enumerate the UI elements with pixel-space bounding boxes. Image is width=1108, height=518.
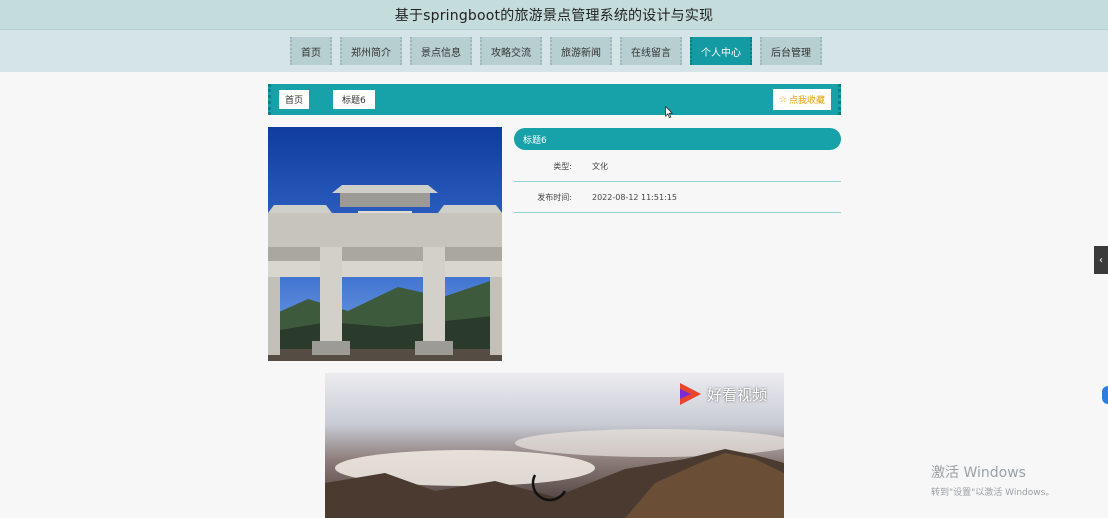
nav-label: 郑州简介 [351,47,391,59]
publish-time-row: 发布时间: 2022-08-12 11:51:15 [514,182,841,213]
watermark-line-2: 转到"设置"以激活 Windows。 [931,488,1055,498]
breadcrumb-home-link[interactable]: 首页 [279,90,310,109]
nav-item-intro[interactable]: 郑州简介 [340,37,402,65]
video-brand: 好看视频 [677,381,767,407]
floating-assist-button[interactable] [1102,386,1108,404]
nav-label: 攻略交流 [491,47,531,59]
nav-label: 首页 [301,47,321,59]
type-label: 类型: [553,161,572,171]
breadcrumb: 首页 标题6 ☆ 点我收藏 [268,84,841,115]
main-nav: 首页 郑州简介 景点信息 攻略交流 旅游新闻 在线留言 个人中心 后台管理 [0,30,1108,72]
mouse-cursor-icon [665,106,673,118]
chevron-left-icon: ‹ [1099,254,1103,266]
windows-activation-watermark: 激活 Windows 转到"设置"以激活 Windows。 [931,462,1054,498]
favorite-label: 点我收藏 [788,96,825,106]
nav-label: 在线留言 [631,47,671,59]
nav-item-attractions[interactable]: 景点信息 [410,37,472,65]
video-player[interactable]: 好看视频 [325,373,784,518]
attraction-photo [268,127,502,361]
stone-archway-image [268,127,502,361]
nav-item-news[interactable]: 旅游新闻 [550,37,612,65]
nav-label: 景点信息 [421,47,461,59]
nav-item-home[interactable]: 首页 [290,37,332,65]
detail-title: 标题6 [514,128,841,150]
favorite-button[interactable]: ☆ 点我收藏 [772,89,831,110]
nav-label: 旅游新闻 [561,47,601,59]
publish-time-label: 发布时间: [537,192,572,202]
nav-item-messages[interactable]: 在线留言 [620,37,682,65]
nav-item-personal-center[interactable]: 个人中心 [690,37,752,65]
type-value: 文化 [592,161,608,171]
nav-label: 后台管理 [771,47,811,59]
side-collapse-tab[interactable]: ‹ [1094,246,1108,274]
nav-label: 个人中心 [701,47,741,59]
top-header: 基于springboot的旅游景点管理系统的设计与实现 [0,0,1108,30]
publish-time-value: 2022-08-12 11:51:15 [592,192,677,202]
star-outline-icon: ☆ [778,94,787,105]
nav-item-admin[interactable]: 后台管理 [760,37,822,65]
site-title: 基于springboot的旅游景点管理系统的设计与实现 [394,7,714,24]
nav-item-guides[interactable]: 攻略交流 [480,37,542,65]
video-brand-text: 好看视频 [707,385,768,404]
breadcrumb-current: 标题6 [333,90,375,109]
type-row: 类型: 文化 [514,151,841,182]
watermark-line-1: 激活 Windows [931,465,1026,481]
play-logo-icon [680,383,701,405]
